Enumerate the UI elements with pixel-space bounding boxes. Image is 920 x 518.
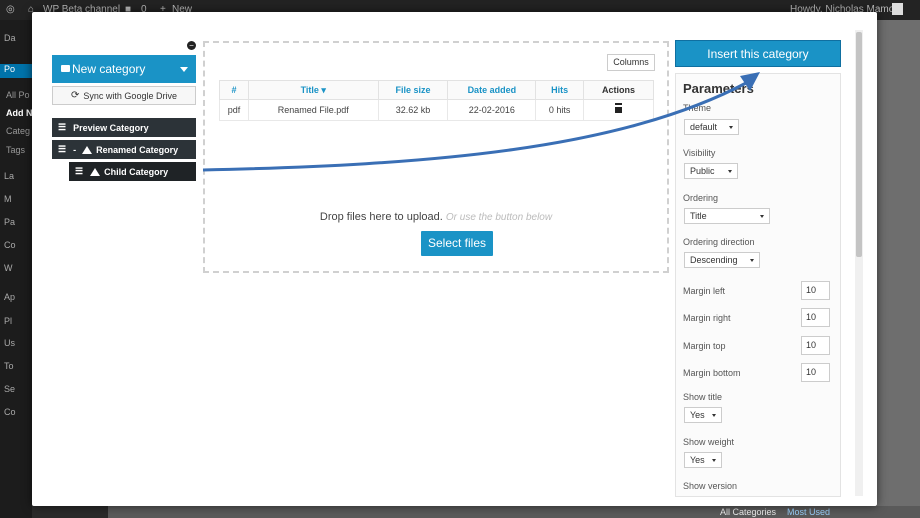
margin-top-input[interactable]: 10	[801, 336, 830, 355]
menu-la[interactable]: La	[4, 171, 32, 185]
category-item-renamed[interactable]: ☰ - Renamed Category	[52, 140, 196, 159]
file-title[interactable]: Renamed File.pdf	[247, 99, 379, 121]
ordering-label: Ordering	[683, 193, 719, 203]
scrollbar-thumb[interactable]	[856, 32, 862, 257]
margin-right-label: Margin right	[683, 313, 731, 323]
drop-instructions: Drop files here to upload. Or use the bu…	[205, 211, 667, 223]
margin-top-label: Margin top	[683, 341, 726, 351]
files-table: # Title ▾ File size Date added Hits Acti…	[219, 80, 654, 121]
wordpress-logo-icon[interactable]: ◎	[6, 4, 15, 15]
sync-icon: ⟳	[71, 90, 80, 101]
margin-left-input[interactable]: 10	[801, 281, 830, 300]
show-weight-select[interactable]: Yes	[684, 452, 722, 468]
margin-left-label: Margin left	[683, 286, 726, 296]
drag-handle-icon[interactable]: ☰	[75, 166, 83, 177]
table-row[interactable]: pdf Renamed File.pdf 32.62 kb 22-02-2016…	[219, 99, 654, 121]
trash-icon[interactable]	[615, 105, 623, 113]
show-version-label: Show version	[683, 481, 738, 491]
column-header-size[interactable]: File size	[377, 80, 449, 100]
menu-w[interactable]: W	[4, 263, 32, 277]
menu-users[interactable]: Us	[4, 338, 32, 352]
google-drive-icon	[82, 145, 93, 154]
visibility-select[interactable]: Public	[684, 163, 738, 179]
drag-handle-icon[interactable]: ☰	[58, 144, 66, 155]
category-label: Renamed Category	[96, 144, 179, 155]
tab-all-categories[interactable]: All Categories	[720, 507, 776, 517]
ordering-direction-select[interactable]: Descending	[684, 252, 760, 268]
menu-categories[interactable]: Categ	[6, 126, 34, 140]
column-header-title[interactable]: Title ▾	[247, 80, 379, 100]
theme-select[interactable]: default	[684, 119, 739, 135]
ordering-direction-label: Ordering direction	[683, 237, 755, 247]
menu-media[interactable]: M	[4, 194, 32, 208]
google-drive-icon	[90, 167, 101, 176]
file-hits: 0 hits	[535, 99, 585, 121]
menu-pages[interactable]: Pa	[4, 217, 32, 231]
drop-text: Drop files here to upload.	[319, 211, 443, 223]
collapse-icon[interactable]: −	[187, 41, 196, 50]
tab-most-used[interactable]: Most Used	[787, 507, 830, 517]
file-type: pdf	[219, 99, 249, 121]
show-title-select[interactable]: Yes	[684, 407, 722, 423]
sync-label: Sync with Google Drive	[83, 90, 177, 101]
insert-category-button[interactable]: Insert this category	[675, 40, 841, 67]
margin-right-input[interactable]: 10	[801, 308, 830, 327]
menu-all-posts[interactable]: All Po	[6, 90, 34, 104]
file-size: 32.62 kb	[377, 99, 449, 121]
show-weight-label: Show weight	[683, 437, 735, 447]
margin-bottom-label: Margin bottom	[683, 368, 741, 378]
file-dropzone[interactable]: Columns # Title ▾ File size Date added H…	[203, 41, 669, 273]
ordering-select[interactable]: Title	[684, 208, 770, 224]
chevron-down-icon[interactable]	[180, 67, 188, 72]
wp-sidebar: Da Po All Po Add N Categ Tags La M Pa Co…	[0, 20, 34, 518]
menu-dashboard[interactable]: Da	[4, 33, 32, 47]
column-header-number[interactable]: #	[219, 80, 249, 100]
avatar[interactable]	[892, 3, 903, 15]
folder-icon	[61, 65, 70, 72]
visibility-label: Visibility	[683, 148, 716, 158]
new-category-button[interactable]: New category	[52, 55, 196, 83]
new-category-label: New category	[72, 62, 146, 76]
show-title-label: Show title	[683, 392, 723, 402]
file-date: 22-02-2016	[447, 99, 537, 121]
parameters-panel: Parameters Theme default Visibility Publ…	[675, 73, 841, 497]
insert-category-modal: − New category ⟳ Sync with Google Drive …	[32, 12, 877, 506]
margin-bottom-input[interactable]: 10	[801, 363, 830, 382]
file-actions	[583, 99, 654, 121]
menu-comments[interactable]: Co	[4, 240, 32, 254]
category-label: Preview Category	[73, 122, 149, 133]
category-item-child[interactable]: ☰ Child Category	[69, 162, 196, 181]
modal-scrollbar[interactable]	[855, 30, 863, 496]
category-label: Child Category	[104, 166, 169, 177]
column-header-hits[interactable]: Hits	[535, 80, 585, 100]
menu-add-new[interactable]: Add N	[6, 108, 34, 122]
select-files-button[interactable]: Select files	[421, 231, 493, 256]
menu-appearance[interactable]: Ap	[4, 292, 32, 306]
wp-category-tabs: All Categories Most Used	[108, 506, 920, 518]
category-item-preview[interactable]: ☰ Preview Category	[52, 118, 196, 137]
menu-collapse[interactable]: Co	[4, 407, 32, 421]
sync-google-drive-button[interactable]: ⟳ Sync with Google Drive	[52, 86, 196, 105]
parameters-title: Parameters	[683, 81, 754, 96]
drag-handle-icon[interactable]: ☰	[58, 122, 66, 133]
columns-button[interactable]: Columns	[607, 54, 655, 71]
drop-hint: Or use the button below	[445, 212, 553, 223]
wp-content-background	[877, 20, 920, 518]
dash: -	[73, 144, 77, 155]
menu-tools[interactable]: To	[4, 361, 32, 375]
column-header-actions: Actions	[583, 80, 654, 100]
menu-posts[interactable]: Po	[0, 64, 32, 78]
menu-tags[interactable]: Tags	[6, 145, 34, 159]
column-header-date[interactable]: Date added	[447, 80, 537, 100]
theme-label: Theme	[683, 103, 712, 113]
menu-settings[interactable]: Se	[4, 384, 32, 398]
menu-plugins[interactable]: Pl	[4, 316, 32, 330]
